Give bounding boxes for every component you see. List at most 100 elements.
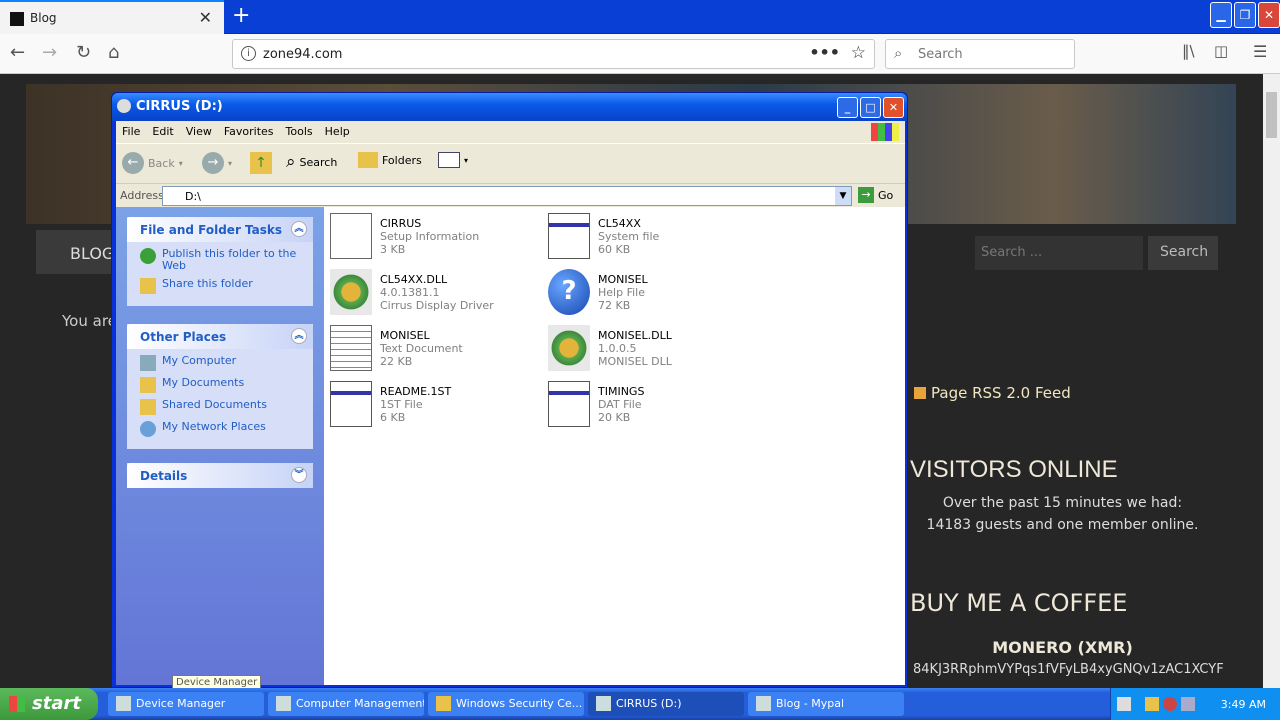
file-folder-tasks-header[interactable]: File and Folder Tasks ︽: [127, 217, 313, 242]
monero-address[interactable]: 84KJ3RRphmVYPqs1fVFyLB4xyGNQv1zAC1XCYF: [913, 662, 1224, 677]
site-search-button[interactable]: Search: [1148, 236, 1218, 270]
collapse-icon[interactable]: ︽: [291, 328, 307, 344]
new-tab-icon[interactable]: +: [232, 3, 250, 28]
task-security-center[interactable]: Windows Security Ce...: [428, 692, 584, 716]
security-shield-icon[interactable]: [1145, 697, 1159, 711]
browser-search-placeholder[interactable]: Search: [918, 47, 963, 62]
go-button[interactable]: → Go: [858, 187, 893, 203]
clock[interactable]: 3:49 AM: [1221, 698, 1266, 711]
share-folder-link[interactable]: Share this folder: [140, 278, 307, 294]
file-detail: 4.0.1381.1: [380, 286, 440, 299]
library-icon[interactable]: ‖\: [1182, 42, 1195, 60]
menu-edit[interactable]: Edit: [146, 121, 179, 142]
visitors-line1: Over the past 15 minutes we had:: [942, 495, 1183, 511]
close-icon[interactable]: ✕: [883, 97, 904, 118]
file-item[interactable]: CL54XX System file 60 KB: [548, 213, 758, 265]
page-actions-icon[interactable]: •••: [809, 43, 840, 62]
search-button[interactable]: ⌕ Search: [286, 152, 337, 172]
restore-icon[interactable]: ❐: [1234, 2, 1256, 28]
up-folder-button[interactable]: ↑: [250, 152, 272, 174]
menu-tools[interactable]: Tools: [280, 121, 319, 142]
site-search-input[interactable]: Search ...: [975, 236, 1143, 270]
tab-title: Blog: [30, 11, 57, 25]
forward-button[interactable]: → ▾: [202, 152, 232, 174]
sidebar-icon[interactable]: ◫: [1214, 42, 1228, 60]
explorer-title: CIRRUS (D:): [136, 99, 223, 114]
magnifier-icon: ⌕: [894, 44, 903, 62]
shared-documents-link[interactable]: Shared Documents: [140, 399, 307, 415]
chevron-down-icon[interactable]: ▼: [835, 187, 851, 205]
explorer-window: CIRRUS (D:) _ □ ✕ File Edit View Favorites T…: [111, 92, 908, 688]
task-computer-management[interactable]: Computer Management: [268, 692, 424, 716]
details-header[interactable]: Details ︾: [127, 463, 313, 488]
expand-icon[interactable]: ︾: [291, 467, 307, 483]
reload-icon[interactable]: ↻: [76, 42, 91, 63]
browser-tab[interactable]: Blog ✕: [0, 0, 224, 34]
file-folder-tasks-title: File and Folder Tasks: [140, 223, 283, 237]
menu-icon[interactable]: ☰: [1253, 42, 1267, 61]
file-name: MONISEL: [380, 329, 430, 342]
minimize-icon[interactable]: _: [837, 97, 858, 118]
volume-icon[interactable]: [1181, 697, 1195, 711]
task-pane: File and Folder Tasks ︽ Publish this fold…: [116, 207, 324, 685]
task-cirrus-drive[interactable]: CIRRUS (D:): [588, 692, 744, 716]
file-item[interactable]: TIMINGS DAT File 20 KB: [548, 381, 758, 433]
my-network-places-link[interactable]: My Network Places: [140, 421, 307, 437]
file-item[interactable]: CL54XX.DLL 4.0.1381.1 Cirrus Display Drive…: [330, 269, 540, 321]
task-device-manager[interactable]: Device Manager: [108, 692, 264, 716]
address-bar: Address D:\ ▼ → Go: [116, 183, 905, 207]
minimize-icon[interactable]: ▁: [1210, 2, 1232, 28]
maximize-icon[interactable]: □: [860, 97, 881, 118]
menu-help[interactable]: Help: [319, 121, 356, 142]
search-label: Search: [299, 155, 338, 169]
rss-link[interactable]: Page RSS 2.0 Feed: [914, 384, 1071, 402]
publish-folder-link[interactable]: Publish this folder to the Web: [140, 248, 307, 272]
url-text[interactable]: zone94.com: [263, 47, 342, 62]
start-button[interactable]: start: [0, 688, 98, 720]
file-detail: MONISEL DLL: [598, 355, 672, 368]
scrollbar-thumb[interactable]: [1266, 92, 1277, 138]
file-detail: 72 KB: [598, 299, 631, 312]
browser-search-box[interactable]: ⌕ Search: [885, 39, 1075, 69]
file-item[interactable]: CIRRUS Setup Information 3 KB: [330, 213, 540, 265]
my-documents-link[interactable]: My Documents: [140, 377, 307, 393]
generic-file-icon: [330, 381, 372, 427]
explorer-title-bar[interactable]: CIRRUS (D:) _ □ ✕: [112, 93, 907, 121]
close-icon[interactable]: ✕: [1258, 2, 1280, 28]
forward-arrow-icon[interactable]: →: [42, 42, 57, 63]
page-scrollbar[interactable]: [1263, 74, 1280, 688]
shared-documents-label: Shared Documents: [162, 398, 267, 411]
task-blog-mypal[interactable]: Blog - Mypal: [748, 692, 904, 716]
my-documents-icon: [140, 377, 156, 393]
security-alert-icon[interactable]: [1163, 697, 1177, 711]
address-field[interactable]: D:\ ▼: [162, 186, 852, 206]
folders-button[interactable]: Folders: [358, 152, 422, 168]
close-tab-icon[interactable]: ✕: [199, 8, 212, 27]
folders-icon: [358, 152, 378, 168]
back-button[interactable]: ← Back ▾: [122, 152, 183, 174]
file-detail: Help File: [598, 286, 645, 299]
file-detail: 1ST File: [380, 398, 423, 411]
publish-folder-label: Publish this folder to the Web: [162, 247, 297, 272]
other-places-header[interactable]: Other Places ︽: [127, 324, 313, 349]
menu-file[interactable]: File: [116, 121, 146, 142]
url-bar[interactable]: i zone94.com ••• ☆: [232, 39, 875, 69]
views-button[interactable]: ▾: [438, 152, 468, 168]
file-item[interactable]: MONISEL.DLL 1.0.0.5 MONISEL DLL: [548, 325, 758, 377]
info-icon[interactable]: i: [241, 46, 256, 61]
keyboard-icon[interactable]: [1117, 697, 1131, 711]
menu-favorites[interactable]: Favorites: [218, 121, 280, 142]
file-item[interactable]: ? MONISEL Help File 72 KB: [548, 269, 758, 321]
other-places-title: Other Places: [140, 330, 227, 344]
task-label: Windows Security Ce...: [456, 697, 583, 710]
collapse-icon[interactable]: ︽: [291, 221, 307, 237]
my-computer-link[interactable]: My Computer: [140, 355, 307, 371]
breadcrumb-text: You are: [62, 312, 117, 330]
file-item[interactable]: README.1ST 1ST File 6 KB: [330, 381, 540, 433]
bookmark-star-icon[interactable]: ☆: [851, 43, 866, 63]
back-arrow-icon[interactable]: ←: [10, 42, 25, 63]
file-detail: 20 KB: [598, 411, 631, 424]
home-icon[interactable]: ⌂: [108, 42, 119, 63]
file-item[interactable]: MONISEL Text Document 22 KB: [330, 325, 540, 377]
menu-view[interactable]: View: [180, 121, 218, 142]
